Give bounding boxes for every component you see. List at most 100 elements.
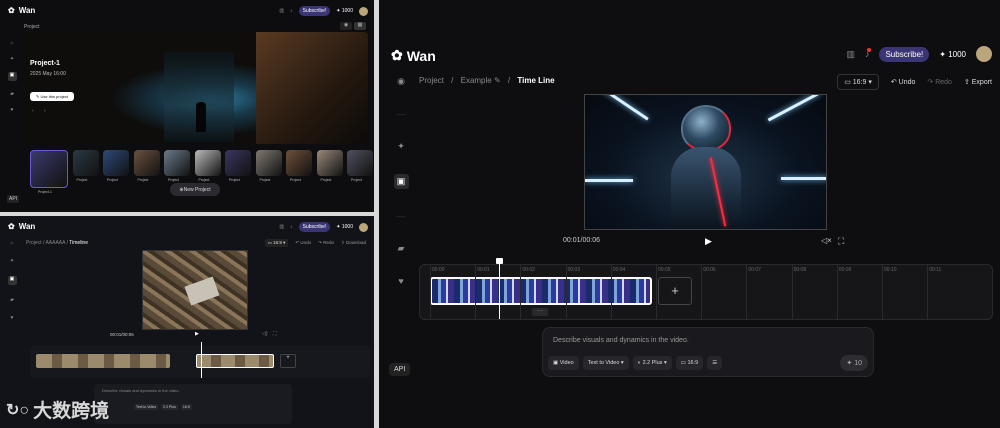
project-thumbnail[interactable]: [133, 150, 160, 176]
timeline-gridline: [565, 265, 567, 319]
left-rail-large: ◉ — ✦ ▣ — ▰ ♥: [393, 76, 409, 286]
timeline-gridline: [475, 265, 477, 319]
app-logo-large[interactable]: ✿ Wan: [391, 47, 436, 64]
sparkle-icon[interactable]: ✦: [10, 56, 14, 62]
redo-button[interactable]: ↷ Redo: [927, 78, 952, 86]
aspect-select[interactable]: ▭ 16:9 ▾: [837, 74, 879, 90]
clip-video[interactable]: [430, 277, 652, 305]
prev-arrow-icon[interactable]: ‹: [32, 108, 34, 114]
time-readout: 00:01/00:06: [110, 332, 134, 337]
heart-icon[interactable]: ♥: [398, 276, 403, 286]
breadcrumb-small: Project / AAAAAA / Timeline: [26, 240, 88, 246]
ratio-select[interactable]: 16:9: [180, 404, 192, 410]
folder-icon[interactable]: ▰: [10, 297, 14, 303]
add-clip-button-small[interactable]: +: [280, 354, 296, 368]
avatar[interactable]: [976, 46, 992, 62]
clip-small-2[interactable]: [196, 354, 274, 368]
sparkle-icon[interactable]: ✦: [397, 141, 405, 152]
subscribe-button[interactable]: Subscribe!: [298, 6, 331, 16]
sparkle-icon[interactable]: ✦: [10, 258, 14, 264]
avatar[interactable]: [359, 222, 368, 232]
subscribe-button[interactable]: Subscribe!: [879, 46, 930, 62]
bell-icon[interactable]: ♪: [290, 8, 293, 14]
redo-button[interactable]: ↷ Redo: [318, 240, 334, 246]
fullscreen-icon[interactable]: ⛶: [838, 236, 844, 247]
playhead[interactable]: [496, 258, 503, 319]
new-project-button[interactable]: ⊕ New Project: [170, 183, 220, 196]
settings-icon[interactable]: ☰: [707, 356, 723, 370]
timeline-tick-label: 00:08: [793, 267, 807, 273]
add-clip-button[interactable]: +: [658, 277, 692, 305]
projects-icon[interactable]: ▣: [7, 72, 17, 81]
app-logo[interactable]: ✿ Wan: [8, 6, 35, 15]
subscribe-button[interactable]: Subscribe!: [298, 222, 331, 232]
project-thumbnail[interactable]: [30, 150, 68, 188]
library-icon[interactable]: ▥: [279, 224, 284, 230]
export-button[interactable]: ⇪ Export: [964, 78, 992, 86]
timeline-tick-label: 00:04: [612, 267, 626, 273]
play-icon[interactable]: ▶: [705, 236, 712, 247]
view-toggle[interactable]: ◉ ▦: [340, 22, 366, 30]
app-logo-small[interactable]: ✿ Wan: [8, 222, 35, 231]
heart-icon[interactable]: ♥: [11, 107, 14, 113]
folder-icon[interactable]: ▰: [398, 243, 405, 254]
toolbar-small: ▭ 16:9 ▾ ↶ Undo ↷ Redo ⇪ Download: [264, 239, 366, 247]
model-select[interactable]: ◐ 2.2 Plus ▾: [632, 356, 672, 370]
library-icon[interactable]: ▥: [279, 8, 284, 14]
header-right-large: ▥ ♪ Subscribe! ✦ 1000: [846, 46, 992, 62]
project-thumbnail[interactable]: [103, 150, 129, 176]
home-icon[interactable]: ⌂: [10, 40, 13, 46]
playhead-small[interactable]: [201, 342, 202, 378]
video-type-button[interactable]: ▣ Video: [548, 356, 579, 370]
ratio-select[interactable]: ▭ 16:9: [675, 356, 704, 370]
undo-button[interactable]: ↶ Undo: [891, 78, 916, 86]
home-icon[interactable]: ◉: [397, 76, 405, 87]
volume-icon[interactable]: ◁): [262, 331, 268, 337]
breadcrumb-item[interactable]: Example: [461, 76, 492, 85]
aspect-select[interactable]: ▭ 16:9 ▾: [264, 239, 289, 247]
volume-icon[interactable]: ◁×: [821, 236, 832, 245]
breadcrumb-item[interactable]: Project: [419, 76, 444, 85]
generate-button[interactable]: ✦ 10: [840, 355, 868, 371]
avatar[interactable]: [359, 6, 368, 16]
download-button[interactable]: ⇪ Download: [341, 240, 366, 246]
heart-icon[interactable]: ♥: [11, 315, 14, 321]
timeline-tick-label: 00:09: [838, 267, 852, 273]
project-thumbnail[interactable]: [225, 150, 251, 176]
home-icon[interactable]: ⌂: [10, 240, 13, 246]
use-project-button[interactable]: ✎ Use this project: [30, 92, 75, 101]
prompt-box-small[interactable]: Describe visuals and dynamics in the vid…: [94, 384, 292, 424]
api-button[interactable]: API: [389, 363, 411, 376]
bell-icon[interactable]: ♪: [290, 224, 293, 230]
grid-icon[interactable]: ▦: [354, 22, 366, 30]
projects-icon[interactable]: ▣: [7, 276, 17, 285]
model-select[interactable]: 2.2 Plus: [161, 404, 178, 410]
project-thumbnail[interactable]: [72, 150, 99, 176]
breadcrumb-item[interactable]: Project: [26, 240, 42, 246]
undo-button[interactable]: ↶ Undo: [295, 240, 311, 246]
project-thumbnail[interactable]: [286, 150, 312, 176]
mode-select[interactable]: Text to Video: [134, 404, 159, 410]
project-thumbnail[interactable]: [194, 150, 221, 176]
folder-icon[interactable]: ▰: [10, 91, 14, 97]
play-icon[interactable]: ▶: [195, 331, 199, 337]
next-arrow-icon[interactable]: ›: [44, 108, 46, 114]
prompt-box[interactable]: Describe visuals and dynamics in the vid…: [542, 327, 874, 377]
fullscreen-icon[interactable]: ⛶: [273, 331, 277, 337]
clip-handle[interactable]: ···: [532, 308, 548, 316]
project-thumbnail[interactable]: [347, 150, 373, 176]
project-thumbnail[interactable]: [164, 150, 190, 176]
eye-icon[interactable]: ◉: [340, 22, 352, 30]
breadcrumb-item[interactable]: AAAAAA: [45, 240, 65, 246]
project-thumbnail[interactable]: [316, 150, 343, 176]
clip-small-1[interactable]: [36, 354, 170, 368]
projects-icon[interactable]: ▣: [393, 174, 409, 189]
playhead-handle[interactable]: [496, 258, 503, 264]
api-button[interactable]: API: [7, 195, 20, 203]
divider: —: [396, 211, 406, 221]
bell-icon[interactable]: ♪: [865, 48, 872, 59]
mode-select[interactable]: Text to Video ▾: [582, 356, 629, 370]
project-thumbnail[interactable]: [255, 150, 282, 176]
library-icon[interactable]: ▥: [846, 49, 855, 60]
edit-icon[interactable]: ✎: [494, 76, 501, 85]
